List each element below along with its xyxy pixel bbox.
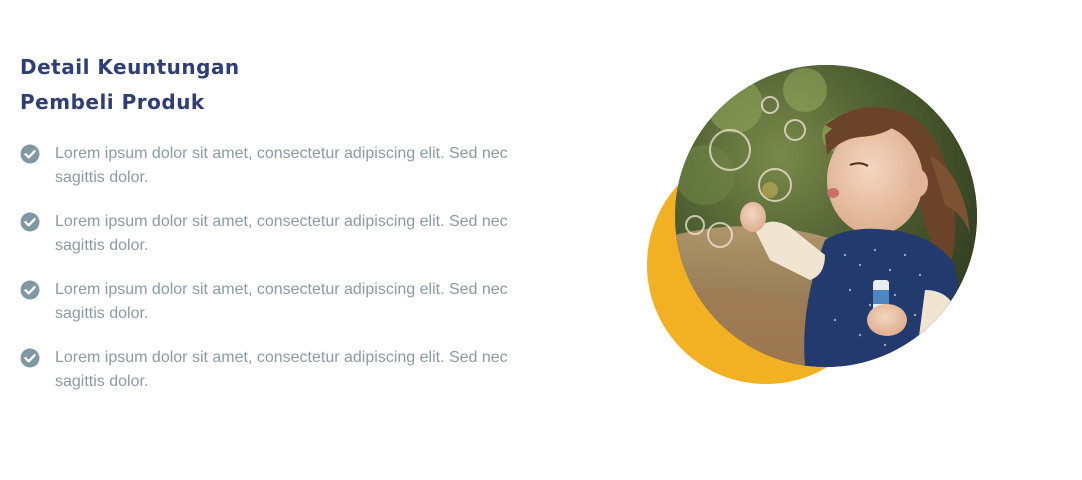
- benefit-text: Lorem ipsum dolor sit amet, consectetur …: [55, 145, 508, 186]
- benefit-text: Lorem ipsum dolor sit amet, consectetur …: [55, 349, 508, 390]
- benefit-item: Lorem ipsum dolor sit amet, consectetur …: [20, 346, 515, 394]
- benefits-list: Lorem ipsum dolor sit amet, consectetur …: [20, 142, 540, 394]
- benefit-text: Lorem ipsum dolor sit amet, consectetur …: [55, 281, 508, 322]
- benefits-content: Detail Keuntungan Pembeli Produk Lorem i…: [20, 50, 540, 414]
- benefit-item: Lorem ipsum dolor sit amet, consectetur …: [20, 210, 515, 258]
- check-circle-icon: [20, 348, 40, 368]
- hero-image-area: [640, 60, 980, 390]
- benefit-item: Lorem ipsum dolor sit amet, consectetur …: [20, 278, 515, 326]
- benefits-section: Detail Keuntungan Pembeli Produk Lorem i…: [0, 0, 1082, 480]
- section-title: Detail Keuntungan Pembeli Produk: [20, 50, 540, 120]
- section-title-line-2: Pembeli Produk: [20, 90, 205, 114]
- check-circle-icon: [20, 144, 40, 164]
- check-circle-icon: [20, 280, 40, 300]
- child-bubbles-photo: [675, 65, 977, 367]
- benefit-text: Lorem ipsum dolor sit amet, consectetur …: [55, 213, 508, 254]
- check-circle-icon: [20, 212, 40, 232]
- benefit-item: Lorem ipsum dolor sit amet, consectetur …: [20, 142, 515, 190]
- section-title-line-1: Detail Keuntungan: [20, 55, 240, 79]
